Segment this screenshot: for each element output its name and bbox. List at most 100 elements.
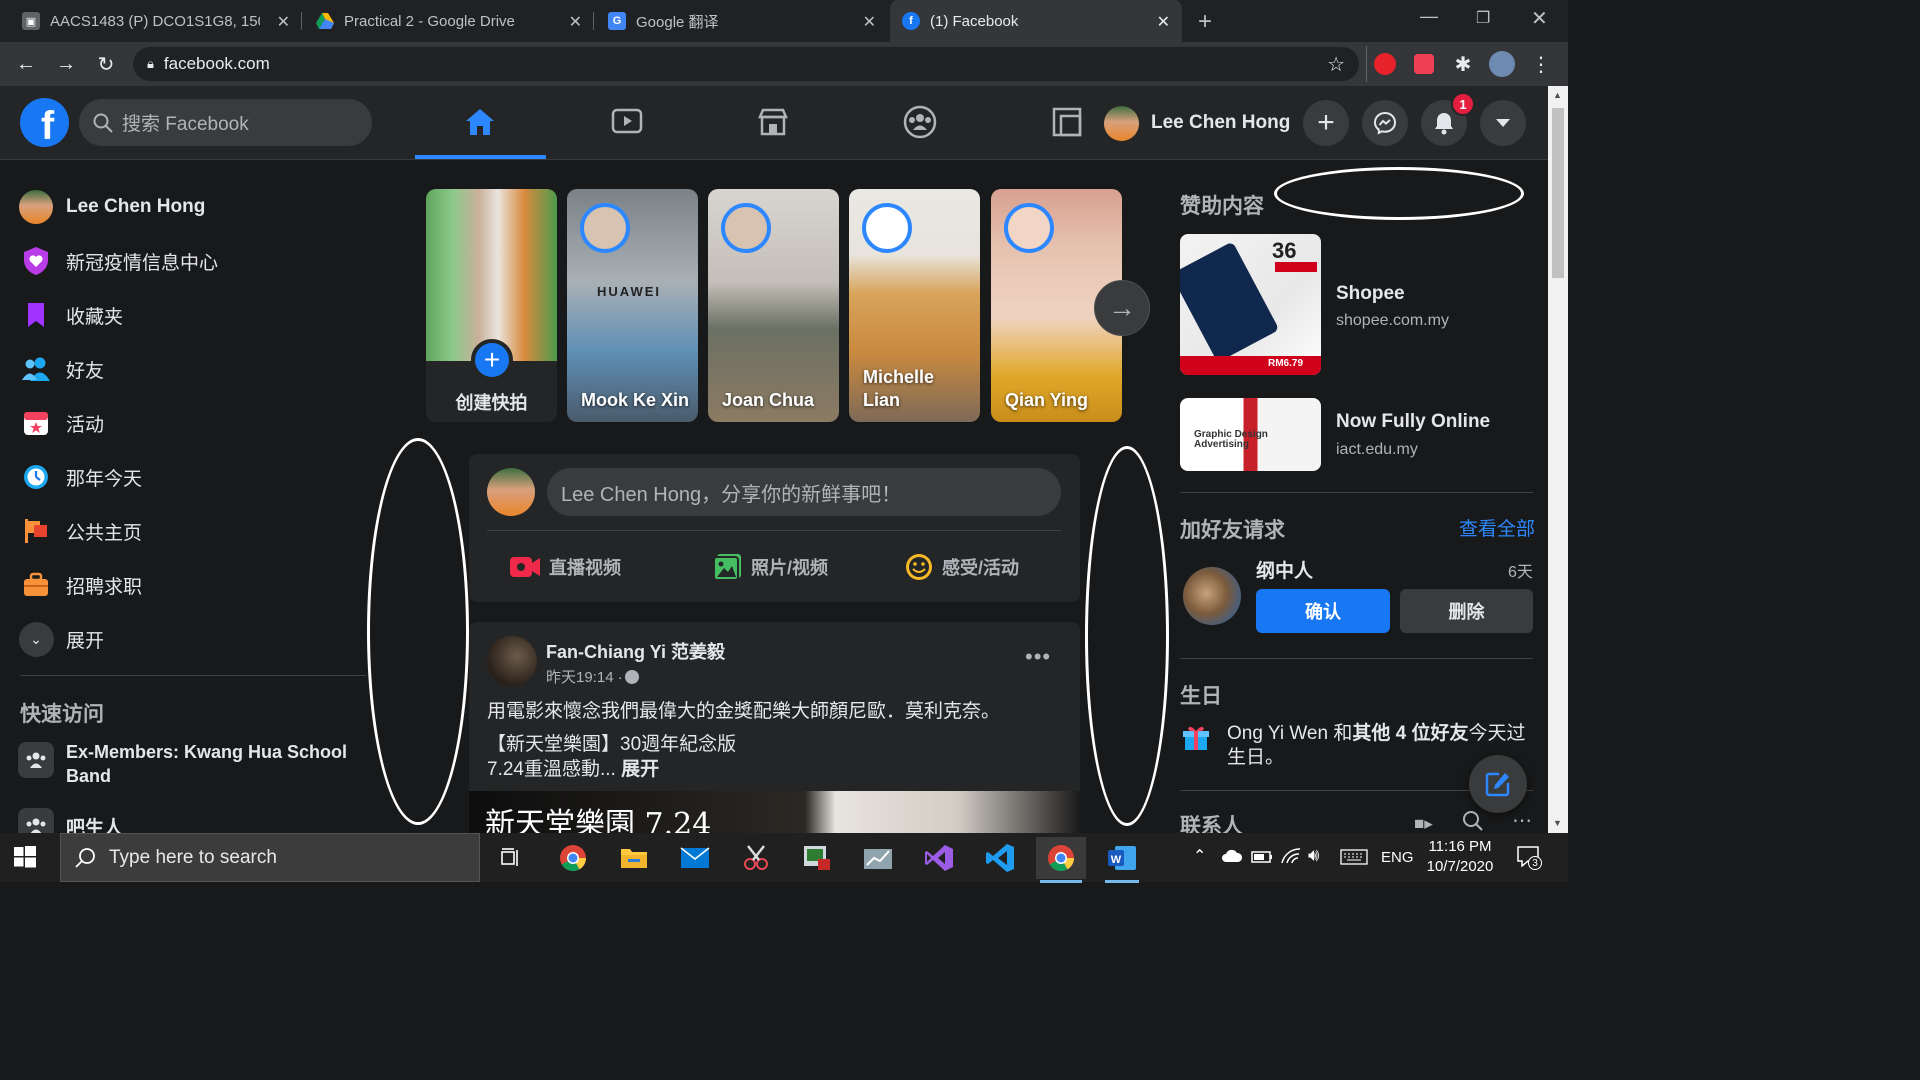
back-button[interactable]: ← xyxy=(12,50,40,78)
close-tab-icon[interactable]: ✕ xyxy=(1157,12,1170,32)
word-icon[interactable]: W xyxy=(1097,837,1147,883)
sponsored-ad-iact[interactable]: Graphic Design Advertising Now Fully Onli… xyxy=(1180,398,1526,472)
keyboard-icon[interactable] xyxy=(1340,849,1368,865)
delete-request-button[interactable]: 删除 xyxy=(1400,589,1533,633)
contacts-options-icon[interactable]: ⋯ xyxy=(1512,808,1532,833)
action-center-icon[interactable]: 3 xyxy=(1516,845,1542,870)
sidebar-item-memories[interactable]: 那年今天 xyxy=(18,450,366,504)
scroll-up-arrow-icon[interactable]: ▲ xyxy=(1553,90,1562,100)
story-card[interactable]: HUAWEI Mook Ke Xin xyxy=(567,189,698,422)
facebook-logo-icon[interactable]: f xyxy=(20,98,69,148)
see-all-link[interactable]: 查看全部 xyxy=(1459,514,1535,541)
windows-start-icon[interactable] xyxy=(14,846,36,868)
friend-request-avatar[interactable] xyxy=(1183,567,1241,625)
mail-icon[interactable] xyxy=(670,837,720,879)
close-tab-icon[interactable]: ✕ xyxy=(863,12,876,32)
header-profile-chip[interactable]: Lee Chen Hong xyxy=(1104,100,1290,146)
task-view-icon[interactable] xyxy=(486,837,536,879)
story-card[interactable]: Joan Chua xyxy=(708,189,839,422)
vscode-icon[interactable] xyxy=(975,837,1025,879)
contacts-search-icon[interactable] xyxy=(1462,810,1484,832)
facebook-header: f 搜索 Facebook Lee Chen Hong + 1 xyxy=(0,86,1548,160)
pocket-extension-icon[interactable] xyxy=(1410,50,1438,78)
shortcut-item[interactable]: Ex-Members: Kwang Hua School Band xyxy=(18,740,364,788)
sidebar-item-label: 收藏夹 xyxy=(66,306,124,328)
browser-tab-drive[interactable]: Practical 2 - Google Drive ✕ xyxy=(304,0,594,42)
restore-window-button[interactable]: ❐ xyxy=(1476,8,1490,28)
create-button[interactable]: + xyxy=(1303,100,1349,146)
create-story-plus-icon[interactable]: + xyxy=(471,339,513,381)
post-author-avatar[interactable] xyxy=(487,636,537,686)
bookmark-star-icon[interactable]: ☆ xyxy=(1327,52,1345,77)
create-story-card[interactable]: + 创建快拍 xyxy=(426,189,557,422)
sidebar-item-covid[interactable]: 新冠疫情信息中心 xyxy=(18,234,366,288)
volume-icon[interactable]: 🔊︎ xyxy=(1308,845,1319,866)
browser-tab-translate[interactable]: G Google 翻译 ✕ xyxy=(596,0,888,42)
chrome-profile-avatar[interactable] xyxy=(1488,50,1516,78)
scroll-down-arrow-icon[interactable]: ▼ xyxy=(1553,818,1562,828)
page-scrollbar[interactable]: ▲ ▼ xyxy=(1548,86,1568,833)
forward-button[interactable]: → xyxy=(52,50,80,78)
composer-input[interactable]: Lee Chen Hong，分享你的新鲜事吧！ xyxy=(547,468,1061,516)
story-card[interactable]: Michelle Lian xyxy=(849,189,980,422)
close-tab-icon[interactable]: ✕ xyxy=(569,12,582,32)
sidebar-expand-button[interactable]: ⌄ 展开 xyxy=(18,612,366,666)
taskbar-clock[interactable]: 11:16 PM 10/7/2020 xyxy=(1418,837,1502,877)
photo-video-button[interactable]: 照片/视频 xyxy=(713,546,828,588)
nav-groups-tab[interactable] xyxy=(855,86,985,158)
battery-icon[interactable] xyxy=(1251,850,1273,864)
account-menu-button[interactable] xyxy=(1480,100,1526,146)
post-timestamp[interactable]: 昨天19:14 · xyxy=(546,666,623,687)
browser-tab-aacs[interactable]: ▣ AACS1483 (P) DCO1S1G8, 1500-1 ✕ xyxy=(10,0,302,42)
post-options-icon[interactable]: ••• xyxy=(1025,644,1051,670)
taskbar-search-box[interactable]: Type here to search xyxy=(60,833,480,882)
briefcase-icon xyxy=(18,567,54,603)
friend-request-name[interactable]: 纲中人 xyxy=(1256,556,1313,583)
sidebar-item-friends[interactable]: 好友 xyxy=(18,342,366,396)
visual-studio-icon[interactable] xyxy=(914,837,964,879)
live-video-button[interactable]: 直播视频 xyxy=(509,546,621,588)
story-avatar xyxy=(862,203,912,253)
nav-watch-tab[interactable] xyxy=(562,86,692,158)
nav-marketplace-tab[interactable] xyxy=(708,86,838,158)
chart-app-icon[interactable] xyxy=(853,837,903,879)
address-bar[interactable]: 🔒︎ facebook.com ☆ xyxy=(133,47,1359,81)
facebook-search-input[interactable]: 搜索 Facebook xyxy=(79,99,372,146)
browser-tab-facebook[interactable]: f (1) Facebook ✕ xyxy=(890,0,1182,42)
input-language-indicator[interactable]: ENG xyxy=(1381,849,1414,866)
new-room-video-icon[interactable]: ■▸ xyxy=(1414,814,1433,834)
confirm-friend-button[interactable]: 确认 xyxy=(1256,589,1390,633)
close-tab-icon[interactable]: ✕ xyxy=(277,12,290,32)
chrome-taskbar-icon-active[interactable] xyxy=(1036,837,1086,883)
stories-next-arrow-icon[interactable]: → xyxy=(1094,280,1150,336)
composer-placeholder: Lee Chen Hong，分享你的新鲜事吧！ xyxy=(561,483,902,506)
new-tab-button[interactable]: + xyxy=(1198,8,1212,36)
chrome-taskbar-icon[interactable] xyxy=(548,837,598,879)
post-image[interactable]: 新天堂樂園 7.24 xyxy=(469,791,1080,833)
chrome-menu-icon[interactable]: ⋮ xyxy=(1527,50,1555,78)
file-explorer-icon[interactable] xyxy=(609,837,659,879)
feeling-activity-button[interactable]: 感受/活动 xyxy=(904,546,1019,588)
sponsored-ad-shopee[interactable]: 36 RM6.79 Shopee shopee.com.my xyxy=(1180,234,1526,376)
onedrive-cloud-icon[interactable] xyxy=(1221,849,1243,863)
snipping-tool-icon[interactable] xyxy=(731,837,781,879)
sidebar-item-jobs[interactable]: 招聘求职 xyxy=(18,558,366,612)
minimize-window-button[interactable]: — xyxy=(1420,6,1438,27)
reload-button[interactable]: ↻ xyxy=(92,50,120,78)
post-see-more-link[interactable]: 展开 xyxy=(621,759,659,780)
sidebar-item-profile[interactable]: Lee Chen Hong xyxy=(18,180,366,234)
sidebar-item-pages[interactable]: 公共主页 xyxy=(18,504,366,558)
extensions-puzzle-icon[interactable]: ✱ xyxy=(1449,50,1477,78)
messenger-button[interactable] xyxy=(1362,100,1408,146)
new-message-button[interactable] xyxy=(1469,755,1527,813)
show-hidden-icons-chevron-icon[interactable]: ⌃ xyxy=(1193,846,1206,866)
media-app-icon[interactable] xyxy=(792,837,842,879)
sidebar-item-saved[interactable]: 收藏夹 xyxy=(18,288,366,342)
post-author-name[interactable]: Fan-Chiang Yi 范姜毅 xyxy=(546,638,725,664)
sidebar-item-events[interactable]: 活动 xyxy=(18,396,366,450)
wifi-icon[interactable] xyxy=(1281,847,1301,865)
close-window-button[interactable]: ✕ xyxy=(1531,6,1548,31)
extension-red-icon[interactable] xyxy=(1371,50,1399,78)
nav-home-tab[interactable] xyxy=(415,86,546,159)
scrollbar-thumb[interactable] xyxy=(1552,108,1564,278)
